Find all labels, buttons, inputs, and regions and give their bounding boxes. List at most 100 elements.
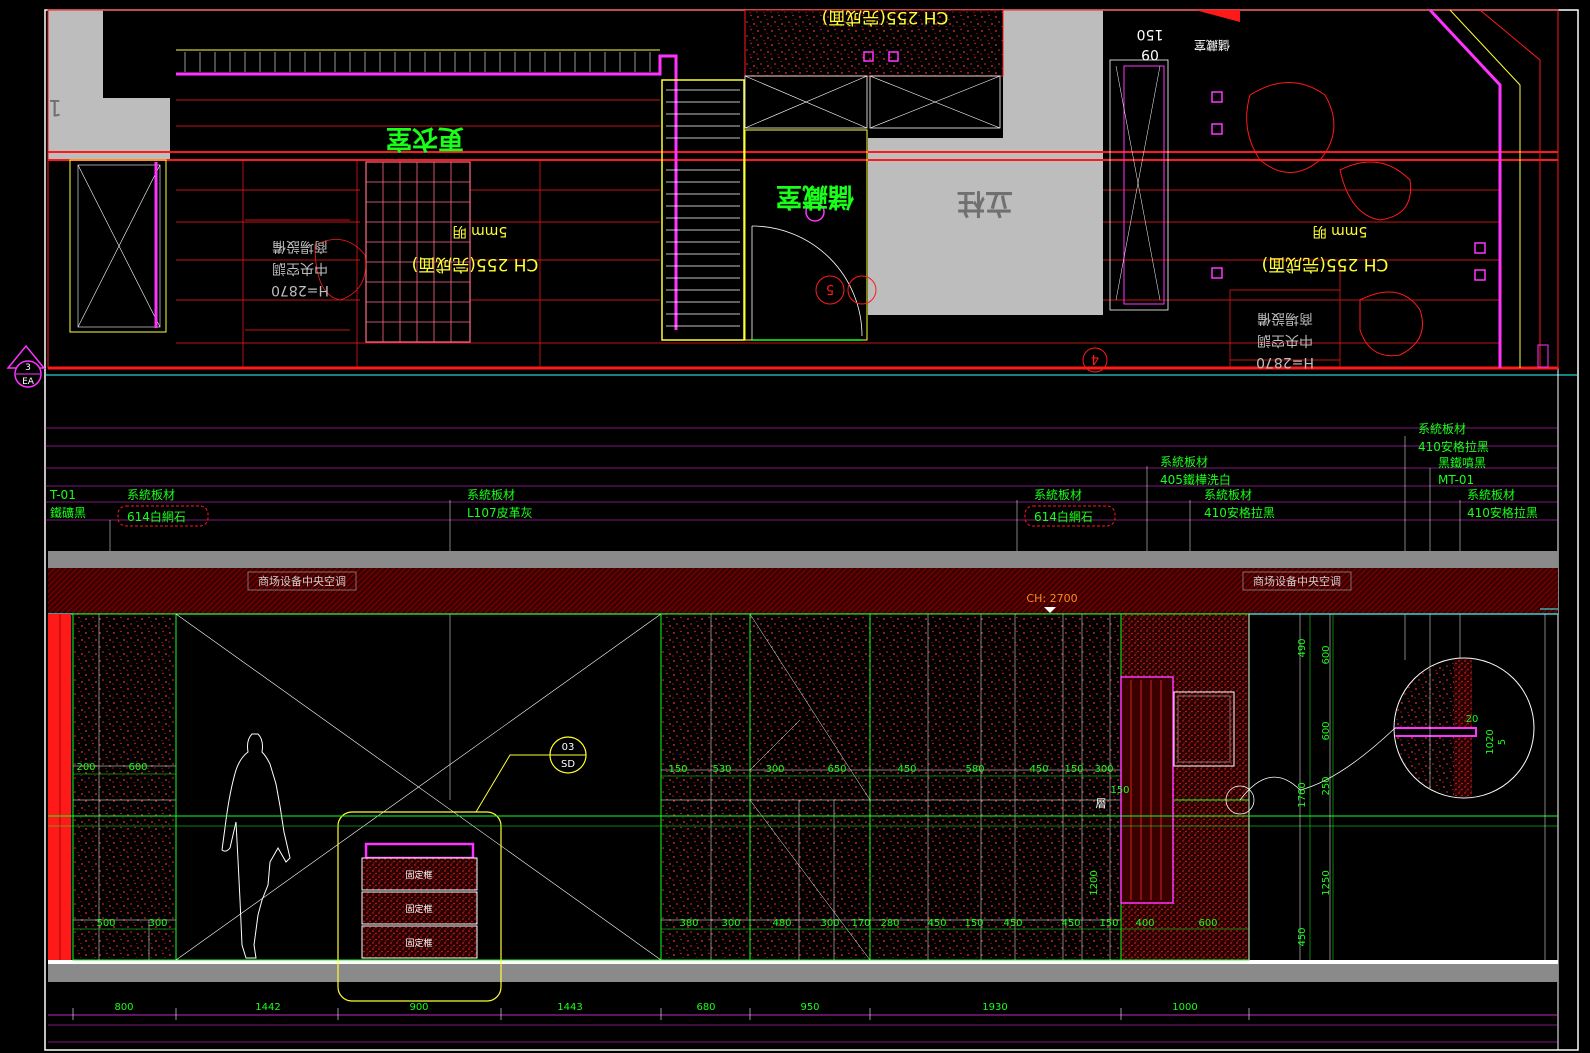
- dim-upper-5: 650: [827, 764, 846, 775]
- material-t01-desc: 鐵礦黑: [50, 505, 86, 520]
- detail-dim-2: 1020: [1485, 729, 1496, 754]
- plan-code-09: 09: [1141, 46, 1159, 62]
- dim-lower-9: 150: [964, 918, 983, 929]
- dim-lower-3: 300: [721, 918, 740, 929]
- floor-plan: 更衣室 儲藏室 立柱 CH 255(完成面) CH 255(完成面) CH 25…: [47, 7, 1559, 373]
- guide-lines: [45, 427, 1558, 521]
- dim-lower-10: 450: [1003, 918, 1022, 929]
- dim-upper-0: 200: [76, 762, 95, 773]
- dim-lower-13: 400: [1135, 918, 1154, 929]
- ac-label-left: 商场设备中央空调: [258, 574, 346, 588]
- material-3-title: 系統板材: [467, 488, 515, 502]
- dim-bottom-2: 900: [409, 1002, 428, 1013]
- material-7-code: MT-01: [1438, 473, 1474, 487]
- plan-room-label-storage: 儲藏室: [776, 181, 854, 212]
- dim-lower-4: 480: [772, 918, 791, 929]
- dim-lower-5: 300: [820, 918, 839, 929]
- cad-drawing: 更衣室 儲藏室 立柱 CH 255(完成面) CH 255(完成面) CH 25…: [6, 7, 1579, 1051]
- plan-ac-a-line1: H=2870: [271, 282, 329, 298]
- dim-lower-7: 280: [880, 918, 899, 929]
- dim-lower-0: 500: [96, 918, 115, 929]
- plan-circle-b: 4: [1091, 351, 1099, 366]
- plan-mm-note-b: 5mm 明: [1313, 223, 1368, 239]
- plan-ceiling-height-c: CH 255(完成面): [822, 7, 949, 27]
- plan-ceiling-height-b: CH 255(完成面): [1262, 254, 1389, 274]
- material-8-desc: 410安格拉黑: [1467, 505, 1538, 520]
- dim-upper-3: 530: [712, 764, 731, 775]
- plan-code-150: 150: [1137, 26, 1164, 42]
- plan-ac-a-line2: 中央空調: [272, 260, 328, 276]
- detail-callout-sheet: SD: [561, 759, 575, 770]
- dim-bottom-5: 950: [800, 1002, 819, 1013]
- section-marker-sheet: EA: [22, 377, 35, 387]
- dim-bottom-7: 1000: [1172, 1002, 1197, 1013]
- material-7-title: 系統板材: [1418, 422, 1466, 436]
- plan-ceiling-height-a: CH 255(完成面): [412, 254, 539, 274]
- material-5-title: 系統板材: [1160, 455, 1208, 469]
- dim-upper-1: 600: [128, 762, 147, 773]
- dim-bottom-3: 1443: [557, 1002, 582, 1013]
- plan-left-edge-mark: 1: [48, 94, 62, 119]
- drawer-1-text: 固定框: [405, 869, 432, 881]
- dim-upper-2: 150: [668, 764, 687, 775]
- ceiling-height-label: CH: 2700: [1026, 592, 1077, 605]
- plan-ac-a-line3: 商場設備: [272, 238, 328, 254]
- material-3-desc: L107皮革灰: [467, 506, 533, 520]
- detail-dim-0: 20: [1466, 714, 1479, 725]
- detail-dim-1: 5: [1497, 739, 1508, 745]
- section-marker-number: 3: [25, 363, 31, 373]
- material-5-desc: 405鐵樺洗白: [1160, 472, 1231, 487]
- dim-upper-10: 300: [1094, 764, 1113, 775]
- dim-bottom-0: 800: [114, 1002, 133, 1013]
- dim-upper-4: 300: [765, 764, 784, 775]
- dim-lower-2: 380: [679, 918, 698, 929]
- material-4-desc: 614白網石: [1034, 509, 1093, 524]
- material-2-desc: 614白網石: [127, 509, 186, 524]
- human-figure: [221, 733, 291, 959]
- dim-bottom-6: 1930: [982, 1002, 1007, 1013]
- dim-vertical-1: 600: [1321, 645, 1332, 664]
- material-6-desc: 410安格拉黑: [1204, 505, 1275, 520]
- dim-vertical-7: 450: [1297, 927, 1308, 946]
- material-2-title: 系統板材: [127, 488, 175, 502]
- plan-ac-b-line1: H=2870: [1256, 354, 1314, 370]
- dim-lower-1: 300: [148, 918, 167, 929]
- material-7-desc: 410安格拉黑: [1418, 439, 1489, 454]
- material-4-title: 系統板材: [1034, 488, 1082, 502]
- ac-label-right: 商场设备中央空调: [1253, 574, 1341, 588]
- dim-upper-8: 450: [1029, 764, 1048, 775]
- dim-bottom-4: 680: [696, 1002, 715, 1013]
- dim-vertical-0: 490: [1297, 638, 1308, 657]
- dim-upper-7: 580: [965, 764, 984, 775]
- plan-code-tag: 儲藏室: [1194, 38, 1230, 53]
- dim-lower-6: 170: [851, 918, 870, 929]
- material-6-title: 系統板材: [1204, 488, 1252, 502]
- dim-lower-11: 450: [1061, 918, 1080, 929]
- dim-vertical-2: 600: [1321, 721, 1332, 740]
- plan-circle-a: 5: [826, 281, 834, 296]
- dim-vertical-5: 1200: [1089, 870, 1100, 895]
- dim-upper-6: 450: [897, 764, 916, 775]
- plan-room-label-closet: 更衣室: [386, 123, 464, 154]
- material-t01-code: T-01: [49, 488, 76, 502]
- dim-upper-9: 150: [1064, 764, 1083, 775]
- detail-callout-number: 03: [562, 742, 575, 753]
- dim-bottom-1: 1442: [255, 1002, 280, 1013]
- plan-ac-b-line3: 商場設備: [1257, 310, 1313, 326]
- plan-room-label-column: 立柱: [957, 187, 1013, 220]
- dim-vertical-8: 150: [1110, 785, 1129, 796]
- dim-lower-12: 150: [1099, 918, 1118, 929]
- dim-lower-8: 450: [927, 918, 946, 929]
- section-marker: 3 EA: [6, 344, 46, 388]
- dim-vertical-6: 1250: [1321, 870, 1332, 895]
- plan-mm-note-a: 5mm 明: [453, 223, 508, 239]
- dim-vertical-3: 250: [1321, 776, 1332, 795]
- dim-vertical-4: 1760: [1297, 782, 1308, 807]
- dim-lower-14: 600: [1198, 918, 1217, 929]
- drawer-2-text: 固定框: [405, 903, 432, 915]
- plan-ac-b-line2: 中央空調: [1257, 332, 1313, 348]
- drawer-3-text: 固定框: [405, 937, 432, 949]
- mirror-note: 層: [1096, 797, 1107, 810]
- material-7-sub: 黑鐵噴黑: [1438, 455, 1486, 470]
- material-8-title: 系統板材: [1467, 488, 1515, 502]
